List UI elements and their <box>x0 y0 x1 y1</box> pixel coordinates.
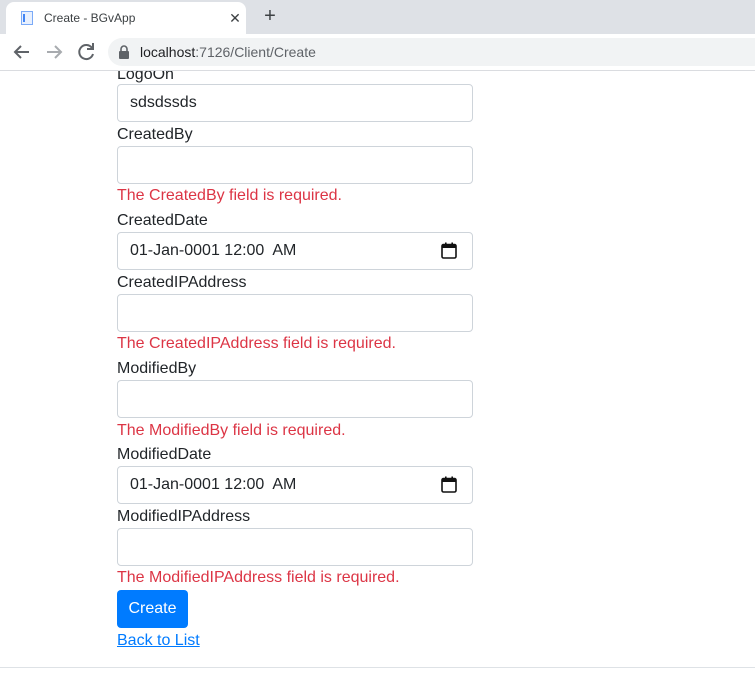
created-ip-field[interactable] <box>117 294 473 332</box>
modified-by-error: The ModifiedBy field is required. <box>117 422 346 439</box>
modified-by-input[interactable] <box>130 382 460 416</box>
page-icon <box>21 11 33 25</box>
created-ip-error: The CreatedIPAddress field is required. <box>117 335 396 352</box>
modified-date-value: 01-Jan-0001 12:00 AM <box>130 476 297 493</box>
new-tab-icon[interactable]: + <box>259 5 281 27</box>
arrow-right-icon[interactable] <box>42 40 66 64</box>
url-text: localhost:7126/Client/Create <box>140 44 316 60</box>
modified-date-field[interactable]: 01-Jan-0001 12:00 AM <box>117 466 473 504</box>
tab-title: Create - BGvApp <box>44 11 136 25</box>
reload-icon[interactable] <box>74 40 98 64</box>
modified-ip-label: ModifiedIPAddress <box>117 508 251 525</box>
logon-label: LogoOn <box>117 71 174 83</box>
browser-tab[interactable]: Create - BGvApp ✕ <box>6 2 246 34</box>
address-bar[interactable]: localhost:7126/Client/Create <box>108 38 755 66</box>
modified-ip-error: The ModifiedIPAddress field is required. <box>117 569 400 586</box>
create-button[interactable]: Create <box>117 590 188 628</box>
url-host: localhost <box>140 44 196 60</box>
modified-ip-field[interactable] <box>117 528 473 566</box>
modified-by-field[interactable] <box>117 380 473 418</box>
created-by-label: CreatedBy <box>117 126 193 143</box>
created-by-error: The CreatedBy field is required. <box>117 187 342 204</box>
created-ip-input[interactable] <box>130 296 460 330</box>
modified-ip-input[interactable] <box>130 530 460 564</box>
modified-by-label: ModifiedBy <box>117 360 197 377</box>
created-date-field[interactable]: 01-Jan-0001 12:00 AM <box>117 232 473 270</box>
logon-input[interactable] <box>130 86 460 120</box>
created-date-label: CreatedDate <box>117 212 208 229</box>
tab-strip: Create - BGvApp ✕ + <box>0 0 755 34</box>
arrow-left-icon[interactable] <box>10 40 34 64</box>
url-path: :7126/Client/Create <box>195 44 316 60</box>
browser-toolbar: localhost:7126/Client/Create <box>0 34 755 71</box>
back-to-list-link[interactable]: Back to List <box>117 631 200 651</box>
footer-divider <box>0 667 755 668</box>
close-tab-icon[interactable]: ✕ <box>225 8 245 28</box>
created-date-value: 01-Jan-0001 12:00 AM <box>130 242 297 259</box>
created-ip-label: CreatedIPAddress <box>117 274 247 291</box>
modified-date-label: ModifiedDate <box>117 446 212 463</box>
page-content: LogoOn CreatedBy The CreatedBy field is … <box>0 71 755 680</box>
calendar-icon[interactable] <box>441 242 457 259</box>
created-by-field[interactable] <box>117 146 473 184</box>
lock-icon[interactable] <box>118 45 130 59</box>
calendar-icon[interactable] <box>441 476 457 493</box>
created-by-input[interactable] <box>130 148 460 182</box>
logon-field[interactable] <box>117 84 473 122</box>
